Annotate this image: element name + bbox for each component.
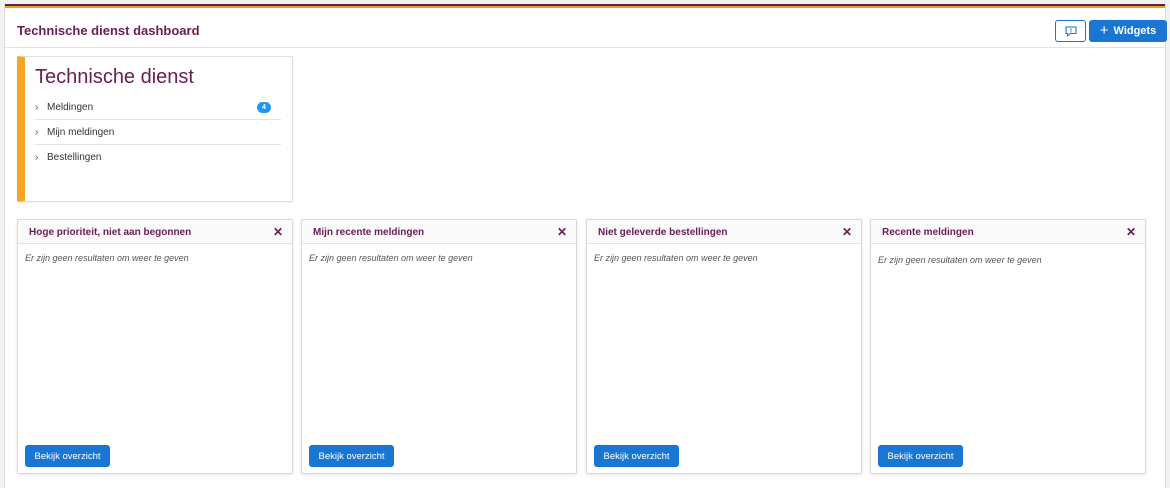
- add-widgets-button[interactable]: + Widgets: [1089, 20, 1167, 42]
- chevron-right-icon: ›: [35, 101, 39, 113]
- view-overview-button[interactable]: Bekijk overzicht: [25, 445, 110, 467]
- nav-item-label: Mijn meldingen: [47, 126, 115, 138]
- navigation-card-title: Technische dienst: [35, 66, 194, 88]
- nav-item-label: Bestellingen: [47, 152, 102, 163]
- widget-title: Hoge prioriteit, niet aan begonnen: [29, 227, 192, 238]
- plus-icon: +: [1099, 22, 1109, 39]
- close-icon[interactable]: ✕: [273, 225, 283, 239]
- nav-item-meldingen[interactable]: › Meldingen 4: [35, 95, 281, 120]
- widget-hoge-prioriteit: Hoge prioriteit, niet aan begonnen ✕ Er …: [17, 219, 293, 474]
- widget-mijn-recente-meldingen: Mijn recente meldingen ✕ Er zijn geen re…: [301, 219, 577, 474]
- dashboard-header: Technische dienst dashboard + Widgets: [5, 8, 1167, 48]
- close-icon[interactable]: ✕: [557, 225, 567, 239]
- widget-recente-meldingen: Recente meldingen ✕ Er zijn geen resulta…: [870, 219, 1146, 474]
- nav-item-label: Meldingen: [47, 101, 94, 113]
- widget-header: Mijn recente meldingen ✕: [302, 220, 576, 244]
- widget-header: Recente meldingen ✕: [871, 220, 1145, 244]
- page-title: Technische dienst dashboard: [17, 23, 200, 38]
- empty-state-text: Er zijn geen resultaten om weer te geven: [309, 253, 473, 263]
- empty-state-text: Er zijn geen resultaten om weer te geven: [594, 253, 758, 263]
- widget-niet-geleverde-bestellingen: Niet geleverde bestellingen ✕ Er zijn ge…: [586, 219, 862, 474]
- widget-header: Hoge prioriteit, niet aan begonnen ✕: [18, 220, 292, 244]
- feedback-button[interactable]: [1055, 20, 1086, 42]
- count-badge: 4: [257, 102, 271, 113]
- chevron-right-icon: ›: [35, 126, 39, 138]
- app-root: Technische dienst dashboard + Widgets Te…: [0, 0, 1170, 488]
- nav-item-bestellingen[interactable]: › Bestellingen: [35, 145, 281, 170]
- widget-title: Recente meldingen: [882, 227, 974, 238]
- widget-title: Niet geleverde bestellingen: [598, 227, 728, 238]
- widget-header: Niet geleverde bestellingen ✕: [587, 220, 861, 244]
- view-overview-button[interactable]: Bekijk overzicht: [594, 445, 679, 467]
- navigation-card: Technische dienst › Meldingen 4 › Mijn m…: [17, 56, 293, 202]
- nav-item-mijn-meldingen[interactable]: › Mijn meldingen: [35, 120, 281, 145]
- close-icon[interactable]: ✕: [842, 225, 852, 239]
- empty-state-text: Er zijn geen resultaten om weer te geven: [25, 253, 189, 263]
- close-icon[interactable]: ✕: [1126, 225, 1136, 239]
- widget-title: Mijn recente meldingen: [313, 227, 425, 238]
- dashboard-panel: Technische dienst dashboard + Widgets Te…: [4, 4, 1167, 488]
- chevron-right-icon: ›: [35, 152, 39, 163]
- view-overview-button[interactable]: Bekijk overzicht: [309, 445, 394, 467]
- view-overview-button[interactable]: Bekijk overzicht: [878, 445, 963, 467]
- navigation-list: › Meldingen 4 › Mijn meldingen › Bestell…: [35, 95, 281, 170]
- empty-state-text: Er zijn geen resultaten om weer te geven: [878, 255, 1042, 265]
- add-widgets-label: Widgets: [1113, 25, 1157, 37]
- chat-icon: [1065, 26, 1077, 37]
